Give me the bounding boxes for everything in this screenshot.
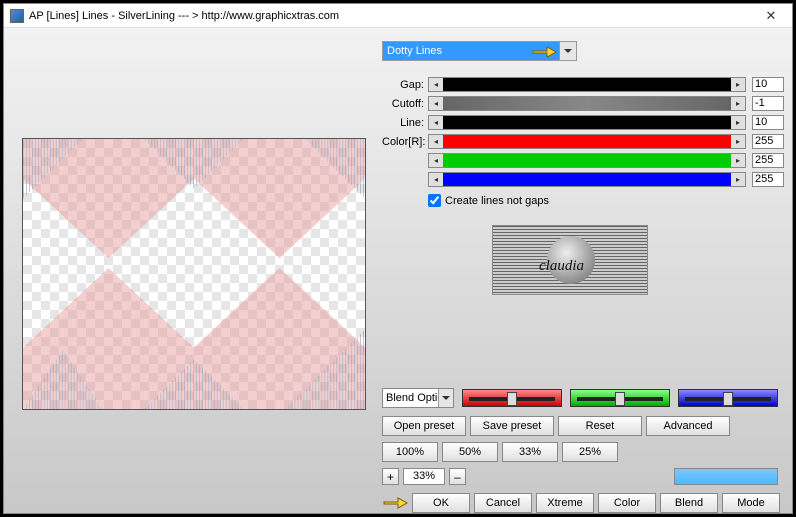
line-slider[interactable]: ◂ ▸ bbox=[428, 115, 746, 130]
pct50-button[interactable]: 50% bbox=[442, 442, 498, 462]
gap-slider[interactable]: ◂ ▸ bbox=[428, 77, 746, 92]
colorb-value[interactable]: 255 bbox=[752, 172, 784, 187]
create-lines-label: Create lines not gaps bbox=[445, 195, 549, 207]
stepper-minus-button[interactable]: – bbox=[449, 468, 466, 485]
colorg-slider[interactable]: ◂ ▸ bbox=[428, 153, 746, 168]
window-title: AP [Lines] Lines - SilverLining --- > ht… bbox=[29, 10, 756, 22]
blue-slider[interactable] bbox=[678, 389, 778, 407]
colorg-value[interactable]: 255 bbox=[752, 153, 784, 168]
green-slider[interactable] bbox=[570, 389, 670, 407]
save-preset-button[interactable]: Save preset bbox=[470, 416, 554, 436]
titlebar: AP [Lines] Lines - SilverLining --- > ht… bbox=[4, 4, 792, 28]
xtreme-button[interactable]: Xtreme bbox=[536, 493, 594, 513]
arrow-right-icon[interactable]: ▸ bbox=[731, 78, 745, 91]
create-lines-checkbox[interactable] bbox=[428, 194, 441, 207]
pct33-button[interactable]: 33% bbox=[502, 442, 558, 462]
arrow-left-icon[interactable]: ◂ bbox=[429, 135, 443, 148]
preview-panel bbox=[22, 138, 366, 410]
advanced-button[interactable]: Advanced bbox=[646, 416, 730, 436]
red-slider[interactable] bbox=[462, 389, 562, 407]
arrow-left-icon[interactable]: ◂ bbox=[429, 173, 443, 186]
pointing-hand-icon bbox=[531, 43, 557, 61]
arrow-right-icon[interactable]: ▸ bbox=[731, 154, 745, 167]
mode-button[interactable]: Mode bbox=[722, 493, 780, 513]
arrow-left-icon[interactable]: ◂ bbox=[429, 97, 443, 110]
gap-label: Gap: bbox=[382, 79, 424, 91]
arrow-right-icon[interactable]: ▸ bbox=[731, 135, 745, 148]
colorb-slider[interactable]: ◂ ▸ bbox=[428, 172, 746, 187]
arrow-right-icon[interactable]: ▸ bbox=[731, 173, 745, 186]
ok-button[interactable]: OK bbox=[412, 493, 470, 513]
pct100-button[interactable]: 100% bbox=[382, 442, 438, 462]
app-icon bbox=[10, 9, 24, 23]
arrow-right-icon[interactable]: ▸ bbox=[731, 97, 745, 110]
blend-button[interactable]: Blend bbox=[660, 493, 718, 513]
stepper-value[interactable]: 33% bbox=[403, 468, 445, 485]
line-value[interactable]: 10 bbox=[752, 115, 784, 130]
colorr-value[interactable]: 255 bbox=[752, 134, 784, 149]
blend-option-label: Blend Optic bbox=[386, 392, 443, 404]
arrow-right-icon[interactable]: ▸ bbox=[731, 116, 745, 129]
logo: claudia bbox=[492, 225, 648, 295]
cutoff-label: Cutoff: bbox=[382, 98, 424, 110]
pct25-button[interactable]: 25% bbox=[562, 442, 618, 462]
preset-dropdown-label: Dotty Lines bbox=[387, 45, 442, 57]
colorr-slider[interactable]: ◂ ▸ bbox=[428, 134, 746, 149]
gap-value[interactable]: 10 bbox=[752, 77, 784, 92]
arrow-left-icon[interactable]: ◂ bbox=[429, 78, 443, 91]
pointing-hand-icon bbox=[382, 494, 408, 512]
line-label: Line: bbox=[382, 117, 424, 129]
close-button[interactable]: ✕ bbox=[756, 8, 786, 24]
color-button[interactable]: Color bbox=[598, 493, 656, 513]
reset-button[interactable]: Reset bbox=[558, 416, 642, 436]
stepper-plus-button[interactable]: + bbox=[382, 468, 399, 485]
cancel-button[interactable]: Cancel bbox=[474, 493, 532, 513]
color-swatch[interactable] bbox=[674, 468, 778, 485]
blend-option-dropdown[interactable]: Blend Optic bbox=[382, 388, 454, 408]
cutoff-slider[interactable]: ◂ ▸ bbox=[428, 96, 746, 111]
chevron-down-icon[interactable] bbox=[438, 389, 453, 407]
colorr-label: Color[R]: bbox=[382, 136, 424, 148]
arrow-left-icon[interactable]: ◂ bbox=[429, 154, 443, 167]
chevron-down-icon[interactable] bbox=[559, 42, 576, 60]
cutoff-value[interactable]: -1 bbox=[752, 96, 784, 111]
arrow-left-icon[interactable]: ◂ bbox=[429, 116, 443, 129]
open-preset-button[interactable]: Open preset bbox=[382, 416, 466, 436]
